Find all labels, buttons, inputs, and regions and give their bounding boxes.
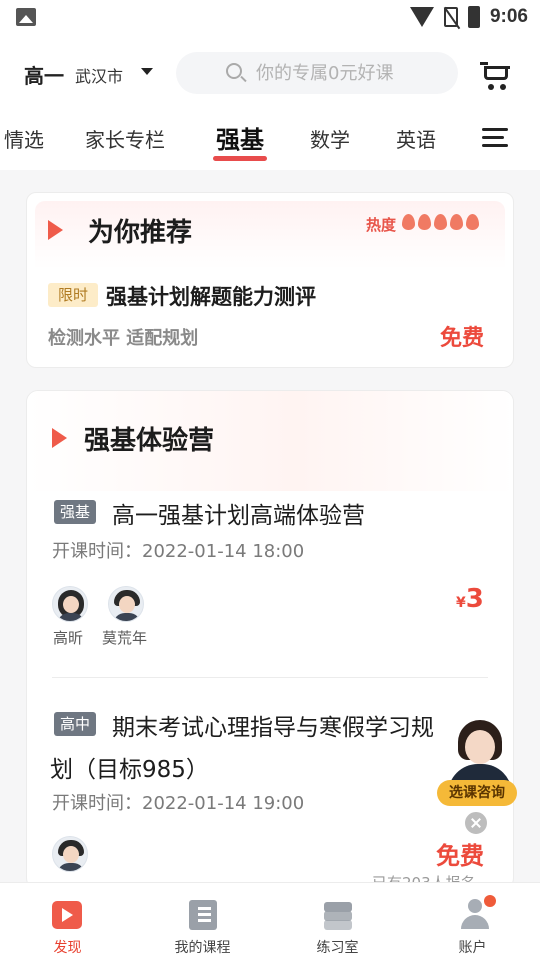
course-price: 免费 — [436, 842, 484, 870]
category-tabs: 情选 家长专栏 强基 数学 英语 — [0, 110, 540, 170]
consult-button[interactable]: 选课咨询 — [437, 780, 517, 806]
tab-featured[interactable]: 情选 — [0, 124, 44, 153]
nav-discover[interactable]: 发现 — [0, 883, 135, 960]
limited-badge: 限时 — [48, 283, 99, 307]
course-time: 开课时间：2022-01-14 19:00 — [52, 793, 305, 814]
flame-icon — [466, 214, 479, 230]
search-input[interactable] — [256, 61, 446, 85]
course-tag: 强基 — [54, 500, 97, 524]
nav-label: 练习室 — [316, 940, 359, 956]
no-sim-icon — [443, 7, 458, 27]
divider — [52, 677, 488, 678]
active-tab-underline — [213, 156, 267, 161]
teacher-avatar — [52, 586, 88, 622]
teacher-avatar — [52, 836, 88, 872]
grade-selector[interactable]: 高一 — [24, 60, 64, 89]
tab-parent-column[interactable]: 家长专栏 — [85, 124, 165, 153]
chevron-down-icon[interactable] — [141, 68, 153, 75]
camp-card — [26, 390, 514, 890]
tab-english[interactable]: 英语 — [396, 124, 436, 153]
recommend-title: 为你推荐 — [88, 218, 193, 248]
teacher-avatar — [108, 586, 144, 622]
tab-math[interactable]: 数学 — [310, 124, 350, 153]
course-title[interactable]: 高一强基计划高端体验营 — [112, 496, 365, 530]
nav-label: 我的课程 — [174, 940, 231, 956]
nav-label: 账户 — [458, 940, 487, 956]
heat-label: 热度 — [366, 216, 397, 234]
clock: 9:06 — [489, 6, 528, 27]
wifi-icon — [409, 7, 434, 27]
flame-icon — [418, 214, 431, 230]
search-icon — [226, 63, 242, 79]
flame-icon — [450, 214, 463, 230]
city-selector[interactable]: 武汉市 — [75, 63, 123, 87]
flame-icon — [402, 214, 415, 230]
book-icon — [189, 900, 217, 930]
course-title-line1[interactable]: 期末考试心理指导与寒假学习规 — [112, 708, 434, 742]
play-icon — [48, 220, 63, 240]
course-time: 开课时间：2022-01-14 18:00 — [52, 541, 305, 562]
tab-qiangji-label: 强基 — [216, 126, 264, 154]
teacher-name: 高昕 — [53, 629, 84, 647]
layers-icon — [322, 900, 354, 930]
battery-icon — [467, 6, 480, 28]
menu-icon[interactable] — [482, 126, 508, 148]
cart-icon[interactable] — [480, 62, 512, 90]
heat-flames — [402, 214, 479, 230]
teacher-name: 莫荒年 — [102, 629, 148, 647]
close-icon[interactable] — [463, 810, 489, 836]
top-header: 高一 武汉市 — [0, 36, 540, 110]
discover-icon — [52, 901, 82, 929]
course-price: ¥3 — [456, 584, 484, 614]
flame-icon — [434, 214, 447, 230]
nav-practice[interactable]: 练习室 — [270, 883, 405, 960]
status-bar: 9:06 — [0, 0, 540, 36]
course-tag: 高中 — [54, 712, 97, 736]
nav-my-courses[interactable]: 我的课程 — [135, 883, 270, 960]
camp-title: 强基体验营 — [84, 426, 215, 456]
notification-dot — [484, 895, 496, 907]
bottom-nav: 发现 我的课程 练习室 账户 — [0, 882, 540, 960]
nav-account[interactable]: 账户 — [405, 883, 540, 960]
image-icon — [16, 8, 36, 26]
nav-label: 发现 — [53, 940, 82, 956]
course-title-line2[interactable]: 划（目标985） — [50, 750, 209, 784]
search-bar[interactable] — [176, 52, 458, 94]
play-icon — [52, 428, 67, 448]
tab-qiangji[interactable]: 强基 — [213, 120, 267, 161]
recommend-price: 免费 — [440, 326, 485, 351]
recommend-course-title[interactable]: 强基计划解题能力测评 — [106, 281, 316, 311]
recommend-desc: 检测水平 适配规划 — [48, 328, 199, 349]
